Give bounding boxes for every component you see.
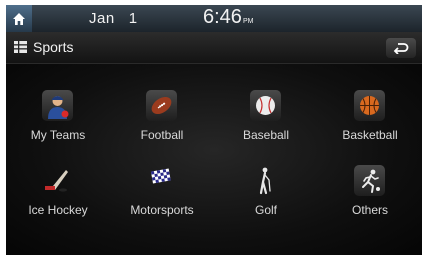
category-label: Others bbox=[351, 203, 388, 217]
clock-ampm: PM bbox=[242, 18, 254, 25]
category-label: Baseball bbox=[242, 128, 290, 142]
date-month: Jan bbox=[89, 10, 115, 27]
sports-category-grid: My Teams Football Baseball Basketball Ic… bbox=[6, 64, 422, 255]
clock-display: 6:46PM bbox=[203, 6, 253, 29]
category-football[interactable]: Football bbox=[110, 90, 214, 160]
football-icon bbox=[146, 90, 177, 121]
sports-screen: Jan 1 6:46PM Sports My Teams Football Ba… bbox=[6, 5, 422, 255]
category-basketball[interactable]: Basketball bbox=[318, 90, 422, 160]
golfer-icon bbox=[250, 165, 281, 196]
category-label: Basketball bbox=[342, 128, 398, 142]
home-button[interactable] bbox=[6, 5, 32, 32]
category-my-teams[interactable]: My Teams bbox=[6, 90, 110, 160]
category-label: Golf bbox=[254, 203, 277, 217]
category-golf[interactable]: Golf bbox=[214, 165, 318, 235]
category-label: Football bbox=[140, 128, 184, 142]
category-label: Motorsports bbox=[130, 203, 194, 217]
date-display: Jan 1 bbox=[89, 10, 138, 27]
my-teams-icon bbox=[42, 90, 73, 121]
ice-hockey-icon bbox=[42, 165, 73, 196]
category-ice-hockey[interactable]: Ice Hockey bbox=[6, 165, 110, 235]
category-label: Ice Hockey bbox=[28, 203, 88, 217]
back-arrow-icon bbox=[393, 43, 409, 54]
back-button[interactable] bbox=[386, 38, 416, 58]
basketball-icon bbox=[354, 90, 385, 121]
home-icon bbox=[13, 12, 25, 25]
runner-icon bbox=[354, 165, 385, 196]
category-baseball[interactable]: Baseball bbox=[214, 90, 318, 160]
title-bar: Sports bbox=[6, 32, 422, 64]
category-others[interactable]: Others bbox=[318, 165, 422, 235]
clock-time: 6:46 bbox=[203, 6, 242, 28]
page-title: Sports bbox=[33, 39, 74, 55]
checkered-flag-icon bbox=[146, 165, 177, 196]
status-bar: Jan 1 6:46PM bbox=[6, 5, 422, 32]
baseball-icon bbox=[250, 90, 281, 121]
date-day: 1 bbox=[128, 10, 138, 27]
menu-list-icon bbox=[14, 41, 27, 53]
category-motorsports[interactable]: Motorsports bbox=[110, 165, 214, 235]
category-label: My Teams bbox=[30, 128, 86, 142]
